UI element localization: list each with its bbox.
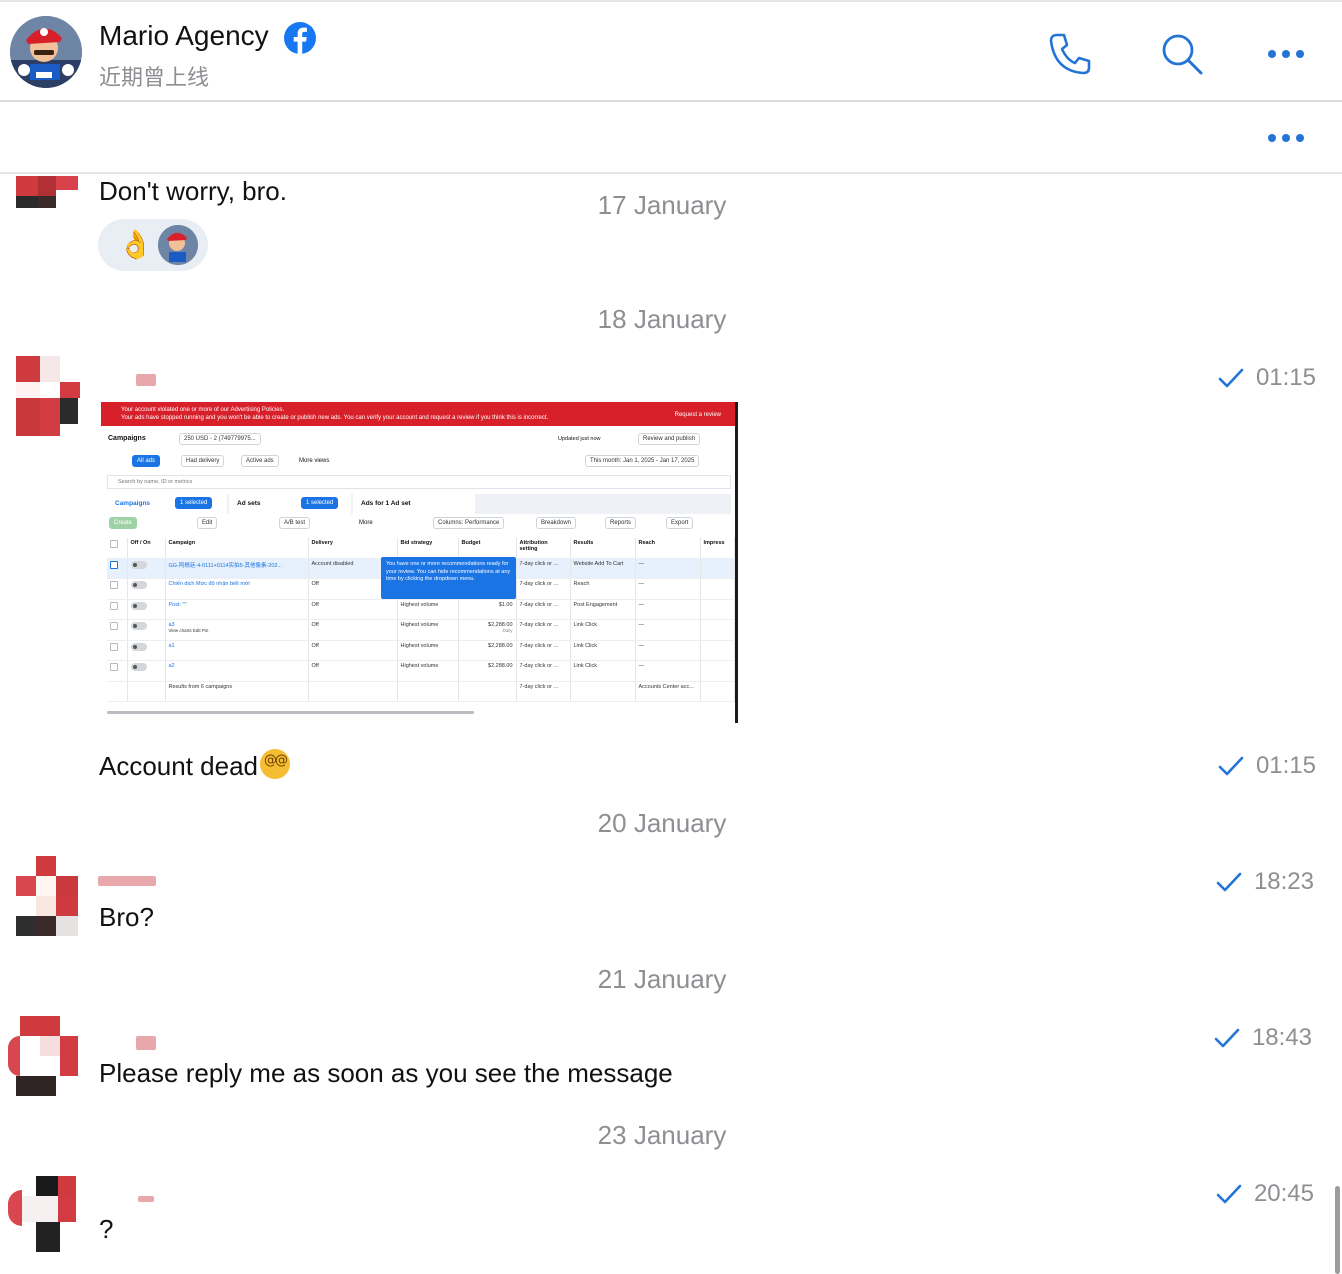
message-text: Bro? <box>99 902 154 932</box>
redacted-name <box>136 1036 156 1050</box>
redacted-name <box>138 1196 154 1202</box>
table-row: a3 View charts Edit Pin Off Highest volume… <box>107 619 735 641</box>
search-icon[interactable] <box>1158 30 1206 78</box>
date-separator: 21 January <box>597 964 727 994</box>
thread-options-icon[interactable] <box>1268 132 1308 144</box>
policy-banner: Your account violated one or more of our… <box>101 402 735 426</box>
redacted-name <box>136 374 156 386</box>
dizzy-face-emoji <box>260 749 291 779</box>
table-row: a1 Off Highest volume $2,288.00 7-day clic… <box>107 640 735 661</box>
date-separator: 17 January <box>597 190 727 220</box>
date-separator: 18 January <box>597 304 727 334</box>
contact-status: 近期曾上线 <box>99 66 210 91</box>
contact-name: Mario Agency <box>99 20 269 51</box>
review-publish-button: Review and publish <box>638 433 701 445</box>
date-separator: 20 January <box>597 808 727 838</box>
message-text: Account dead <box>99 749 291 782</box>
table-tabs: Campaigns 1 selected Ad sets 1 selected … <box>107 494 731 514</box>
read-check-icon <box>1214 1028 1240 1048</box>
message-time: 20:45 <box>1216 1180 1314 1208</box>
table-scrollbar <box>107 711 474 714</box>
message-time: 18:23 <box>1216 868 1314 896</box>
recommendations-tooltip: You have one or more recommendations rea… <box>381 557 516 599</box>
sender-avatar <box>16 176 80 212</box>
message-text: Please reply me as soon as you see the m… <box>99 1058 673 1088</box>
contact-avatar[interactable] <box>10 16 82 88</box>
account-select: 250 USD - 2 (749779975... <box>179 433 261 445</box>
sender-avatar <box>16 856 80 936</box>
read-check-icon <box>1216 1184 1242 1204</box>
phone-icon[interactable] <box>1046 30 1094 78</box>
chat-header: Mario Agency 近期曾上线 <box>0 0 1342 102</box>
pinned-bar <box>0 102 1342 174</box>
date-range: This month: Jan 1, 2025 - Jan 17, 2025 <box>585 455 700 467</box>
message-time: 18:43 <box>1214 1024 1312 1052</box>
table-footer-row: Results from 6 campaigns 7-day click or … <box>107 681 735 702</box>
date-separator: 23 January <box>597 1120 727 1150</box>
image-attachment[interactable]: Your account violated one or more of our… <box>101 402 738 723</box>
sender-avatar <box>16 356 80 436</box>
read-check-icon <box>1218 368 1244 388</box>
request-review-link: Request a review <box>674 412 721 418</box>
ok-hand-reaction: 👌 <box>118 228 153 261</box>
message-time: 01:15 <box>1218 752 1316 780</box>
campaigns-heading: Campaigns <box>108 435 146 442</box>
table-row: Post: "" Off Highest volume $1.00 7-day cl… <box>107 599 735 620</box>
redacted-name <box>98 876 156 886</box>
message-text: ? <box>99 1214 114 1244</box>
message-time: 01:15 <box>1218 364 1316 392</box>
sender-avatar <box>8 1176 76 1254</box>
facebook-icon <box>284 22 316 54</box>
read-check-icon <box>1216 872 1242 892</box>
message-text: Don't worry, bro. <box>99 176 287 206</box>
table-row: a2 Off Highest volume $2,288.00 7-day clic… <box>107 660 735 682</box>
more-options-icon[interactable] <box>1268 48 1308 60</box>
chat-scrollbar[interactable] <box>1335 1186 1340 1274</box>
read-check-icon <box>1218 756 1244 776</box>
reaction-pill[interactable]: 👌 <box>98 219 208 271</box>
reactor-avatar <box>158 225 198 265</box>
sender-avatar <box>8 1016 78 1096</box>
